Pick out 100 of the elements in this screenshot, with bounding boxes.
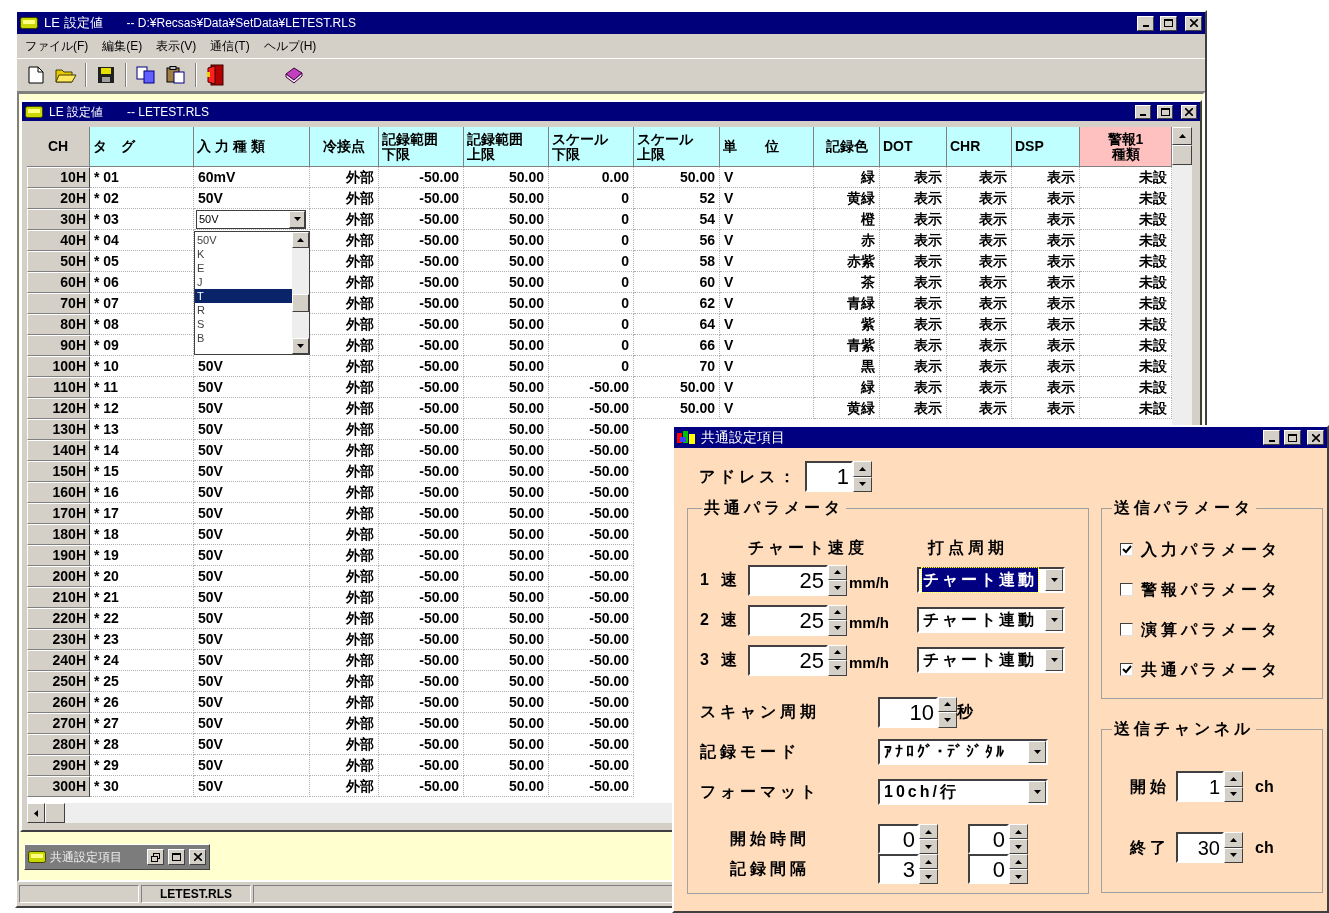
row-header[interactable]: 180H [27, 524, 90, 545]
scan-period-field[interactable]: 10 [878, 696, 938, 728]
row-header[interactable]: 130H [27, 419, 90, 440]
row-header[interactable]: 20H [27, 188, 90, 209]
time-field[interactable]: 0 [878, 824, 919, 854]
table-cell: 外部 [310, 671, 379, 692]
column-header[interactable]: タ グ [90, 127, 194, 167]
table-cell: 70 [634, 356, 720, 377]
table-cell: 黄緑 [814, 188, 880, 209]
menu-item[interactable]: 通信(T) [208, 37, 252, 55]
column-header[interactable]: 記録範囲 上限 [464, 127, 549, 167]
column-header[interactable]: CH [27, 127, 90, 167]
table-cell: 60 [634, 272, 720, 293]
checkbox-label[interactable]: 入力パラメータ [1141, 537, 1281, 562]
column-header[interactable]: 単 位 [720, 127, 814, 167]
time-field[interactable]: 0 [968, 854, 1009, 884]
minimized-window[interactable]: 共通設定項目 [24, 844, 210, 870]
table-cell: 50V [194, 587, 310, 608]
menu-item[interactable]: 編集(E) [100, 37, 145, 55]
row-header[interactable]: 50H [27, 251, 90, 272]
row-header[interactable]: 60H [27, 272, 90, 293]
menu-item[interactable]: ヘルプ(H) [261, 37, 319, 55]
row-header[interactable]: 140H [27, 440, 90, 461]
row-header[interactable]: 10H [27, 167, 90, 188]
row-header[interactable]: 240H [27, 650, 90, 671]
column-header[interactable]: CHR [947, 127, 1012, 167]
menu-item[interactable]: 表示(V) [154, 37, 199, 55]
table-cell: 50.00 [464, 209, 549, 230]
table-cell: 0.00 [549, 167, 634, 188]
list-option[interactable]: S [195, 317, 292, 331]
column-header[interactable]: スケール 下限 [549, 127, 634, 167]
row-header[interactable]: 210H [27, 587, 90, 608]
list-option[interactable]: B [195, 331, 292, 345]
checkbox-label[interactable]: 共通パラメータ [1141, 657, 1281, 682]
row-header[interactable]: 220H [27, 608, 90, 629]
column-header[interactable]: DSP [1012, 127, 1080, 167]
row-header[interactable]: 80H [27, 314, 90, 335]
table-cell: -50.00 [549, 692, 634, 713]
list-option[interactable]: T [195, 289, 292, 303]
row-header[interactable]: 90H [27, 335, 90, 356]
list-option[interactable]: 50V [195, 233, 292, 247]
period-dropdown[interactable]: チャート連動 [917, 647, 1065, 673]
checkbox-label[interactable]: 演算パラメータ [1141, 617, 1281, 642]
row-header[interactable]: 150H [27, 461, 90, 482]
row-header[interactable]: 170H [27, 503, 90, 524]
row-header[interactable]: 120H [27, 398, 90, 419]
row-header[interactable]: 200H [27, 566, 90, 587]
period-dropdown[interactable]: チャート連動 [917, 567, 1065, 593]
row-header[interactable]: 230H [27, 629, 90, 650]
table-cell: 表示 [947, 251, 1012, 272]
table-cell: 54 [634, 209, 720, 230]
time-field[interactable]: 0 [968, 824, 1009, 854]
menu-item[interactable]: ファイル(F) [23, 37, 91, 55]
window-title: 共通設定項目 [50, 849, 123, 866]
row-header[interactable]: 260H [27, 692, 90, 713]
row-header[interactable]: 270H [27, 713, 90, 734]
checkbox-label[interactable]: 警報パラメータ [1141, 577, 1281, 602]
row-header[interactable]: 250H [27, 671, 90, 692]
row-header[interactable]: 300H [27, 776, 90, 797]
table-cell: 外部 [310, 608, 379, 629]
row-header[interactable]: 40H [27, 230, 90, 251]
table-cell: 50.00 [464, 377, 549, 398]
table-cell: 赤紫 [814, 251, 880, 272]
row-header[interactable]: 280H [27, 734, 90, 755]
column-header[interactable]: DOT [880, 127, 947, 167]
row-header[interactable]: 160H [27, 482, 90, 503]
speed-field[interactable]: 25 [748, 644, 828, 676]
table-cell: 0 [549, 251, 634, 272]
table-cell: 黄緑 [814, 398, 880, 419]
list-option[interactable]: E [195, 261, 292, 275]
input-type-dropdown[interactable]: 50V [196, 209, 306, 229]
speed-field[interactable]: 25 [748, 564, 828, 596]
table-cell: 表示 [947, 335, 1012, 356]
record-mode-dropdown[interactable]: ｱﾅﾛｸﾞ･ﾃﾞｼﾞﾀﾙ [878, 739, 1048, 765]
row-header[interactable]: 190H [27, 545, 90, 566]
format-dropdown[interactable]: 10ch/行 [878, 779, 1048, 805]
speed-field[interactable]: 25 [748, 604, 828, 636]
list-option[interactable]: K [195, 247, 292, 261]
table-cell: -50.00 [379, 335, 464, 356]
column-header[interactable]: 警報1 種類 [1080, 127, 1172, 167]
column-header[interactable]: 記録範囲 下限 [379, 127, 464, 167]
table-cell: * 16 [90, 482, 194, 503]
row-header[interactable]: 70H [27, 293, 90, 314]
address-field[interactable]: 1 [805, 461, 853, 492]
table-cell: -50.00 [379, 566, 464, 587]
row-header[interactable]: 110H [27, 377, 90, 398]
list-option[interactable]: R [195, 303, 292, 317]
period-dropdown[interactable]: チャート連動 [917, 607, 1065, 633]
row-header[interactable]: 290H [27, 755, 90, 776]
channel-field[interactable]: 1 [1176, 771, 1224, 802]
channel-field[interactable]: 30 [1176, 832, 1224, 863]
row-header[interactable]: 30H [27, 209, 90, 230]
row-header[interactable]: 100H [27, 356, 90, 377]
column-header[interactable]: 入 力 種 類 [194, 127, 310, 167]
list-option[interactable]: J [195, 275, 292, 289]
time-field[interactable]: 3 [878, 854, 919, 884]
table-cell: 表示 [947, 272, 1012, 293]
column-header[interactable]: 冷接点 [310, 127, 379, 167]
column-header[interactable]: 記録色 [814, 127, 880, 167]
column-header[interactable]: スケール 上限 [634, 127, 720, 167]
